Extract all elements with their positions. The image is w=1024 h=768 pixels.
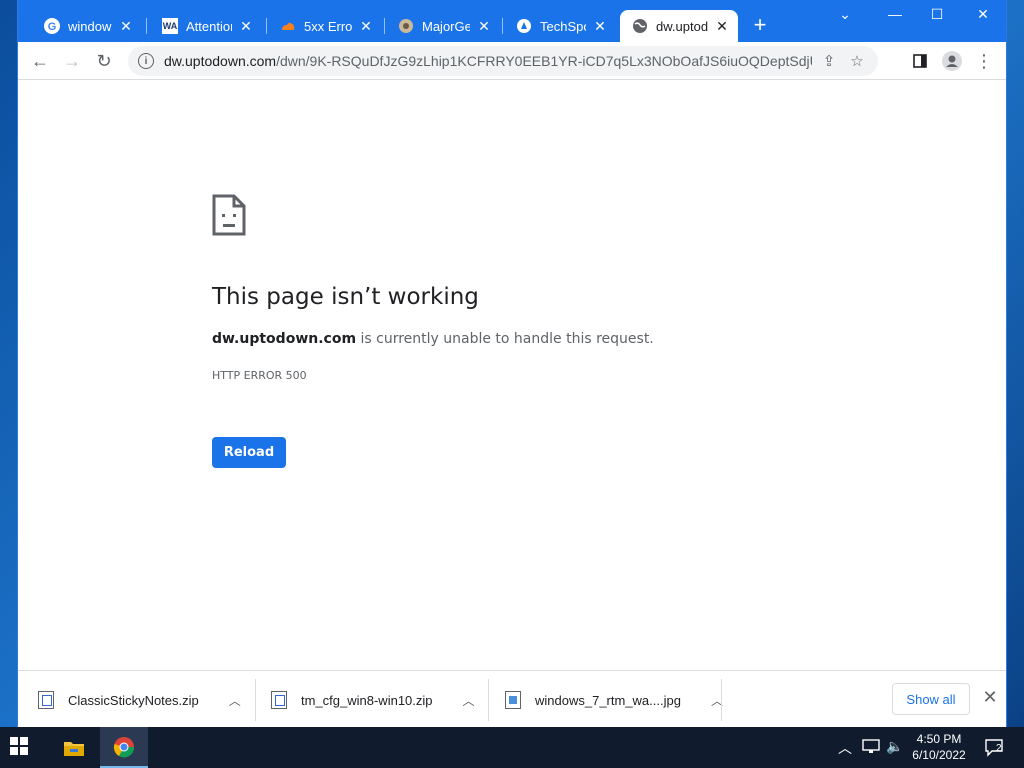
close-icon[interactable]: ✕ bbox=[358, 18, 374, 35]
tab-title: dw.uptod bbox=[656, 18, 708, 34]
error-host: dw.uptodown.com bbox=[212, 331, 357, 347]
address-bar[interactable]: i dw.uptodown.com/dwn/9K-RSQuDfJzG9zLhip… bbox=[128, 46, 878, 76]
menu-kebab-icon[interactable]: ⋮ bbox=[972, 49, 996, 73]
file-explorer-icon[interactable] bbox=[50, 727, 98, 768]
back-button[interactable]: ← bbox=[28, 49, 52, 73]
url-text: dw.uptodown.com/dwn/9K-RSQuDfJzG9zLhip1K… bbox=[164, 53, 812, 69]
tab-separator bbox=[502, 18, 503, 34]
download-item[interactable]: tm_cfg_win8-win10.zip ︿ bbox=[271, 680, 475, 720]
error-message: is currently unable to handle this reque… bbox=[356, 331, 654, 347]
close-icon[interactable]: ✕ bbox=[118, 18, 134, 35]
chrome-icon[interactable] bbox=[100, 727, 148, 768]
browser-window: G windows 7 ✕ WA Attention ✕ 5xx Error ✕… bbox=[17, 0, 1007, 727]
download-filename: windows_7_rtm_wa....jpg bbox=[535, 692, 681, 708]
tab-title: windows 7 bbox=[68, 18, 112, 34]
svg-text:G: G bbox=[48, 21, 57, 33]
chevron-up-icon[interactable]: ︿ bbox=[229, 692, 241, 709]
chevron-down-icon[interactable]: ⌄ bbox=[830, 6, 860, 23]
chevron-up-icon[interactable]: ︿ bbox=[838, 738, 852, 758]
zip-file-icon bbox=[271, 691, 287, 709]
clock-date: 6/10/2022 bbox=[912, 748, 966, 762]
tab-attention[interactable]: WA Attention ✕ bbox=[150, 10, 262, 42]
close-icon[interactable]: ✕ bbox=[238, 18, 254, 35]
forward-button[interactable]: → bbox=[60, 49, 84, 73]
network-icon[interactable] bbox=[862, 738, 880, 757]
notification-center-icon[interactable]: 2 bbox=[984, 737, 1006, 757]
tab-5xx-error[interactable]: 5xx Error ✕ bbox=[268, 10, 382, 42]
profile-avatar-icon[interactable] bbox=[940, 49, 964, 73]
tab-separator bbox=[266, 18, 267, 34]
globe-icon bbox=[632, 18, 648, 34]
maximize-button[interactable]: ☐ bbox=[922, 6, 952, 23]
volume-icon[interactable]: 🔈 bbox=[886, 738, 903, 755]
tab-majorgeeks[interactable]: MajorGee ✕ bbox=[386, 10, 500, 42]
clock-time: 4:50 PM bbox=[916, 732, 962, 746]
image-file-icon bbox=[505, 691, 521, 709]
tab-title: TechSpot bbox=[540, 18, 586, 34]
tab-title: 5xx Error bbox=[304, 18, 352, 34]
sad-page-icon bbox=[212, 194, 246, 241]
tab-windows7[interactable]: G windows 7 ✕ bbox=[32, 10, 142, 42]
url-path: /dwn/9K-RSQuDfJzG9zLhip1KCFRRY0EEB1YR-iC… bbox=[276, 53, 812, 69]
windows-start-icon[interactable] bbox=[10, 737, 28, 760]
error-code: HTTP ERROR 500 bbox=[212, 369, 307, 382]
shelf-separator bbox=[255, 679, 256, 721]
chevron-up-icon[interactable]: ︿ bbox=[463, 692, 475, 709]
new-tab-button[interactable]: + bbox=[748, 13, 772, 37]
shelf-separator bbox=[721, 679, 722, 721]
google-icon: G bbox=[44, 18, 60, 34]
url-host: dw.uptodown.com bbox=[164, 53, 277, 69]
page-content: This page isn’t working dw.uptodown.com … bbox=[18, 80, 1006, 670]
browser-toolbar: ← → ↻ i dw.uptodown.com/dwn/9K-RSQuDfJzG… bbox=[18, 42, 1006, 80]
shelf-separator bbox=[488, 679, 489, 721]
close-icon[interactable]: ✕ bbox=[714, 18, 730, 35]
error-description: dw.uptodown.com is currently unable to h… bbox=[212, 331, 654, 347]
minimize-button[interactable]: — bbox=[880, 6, 910, 22]
download-item[interactable]: windows_7_rtm_wa....jpg ︿ bbox=[505, 680, 723, 720]
reload-button[interactable]: Reload bbox=[212, 437, 286, 468]
majorgeeks-icon bbox=[398, 18, 414, 34]
taskbar: ︿ 🔈 4:50 PM 6/10/2022 2 bbox=[0, 727, 1024, 768]
download-item[interactable]: ClassicStickyNotes.zip ︿ bbox=[38, 680, 241, 720]
download-shelf: ClassicStickyNotes.zip ︿ tm_cfg_win8-win… bbox=[18, 670, 1006, 727]
window-close-button[interactable]: ✕ bbox=[968, 6, 998, 23]
download-filename: tm_cfg_win8-win10.zip bbox=[301, 692, 433, 708]
close-icon[interactable]: ✕ bbox=[592, 18, 608, 35]
info-icon[interactable]: i bbox=[138, 53, 154, 69]
show-all-button[interactable]: Show all bbox=[892, 683, 970, 715]
close-icon[interactable]: ✕ bbox=[476, 18, 492, 35]
side-panel-icon[interactable] bbox=[908, 49, 932, 73]
techspot-icon bbox=[516, 18, 532, 34]
star-icon[interactable]: ☆ bbox=[846, 52, 868, 70]
error-title: This page isn’t working bbox=[212, 284, 479, 310]
close-icon[interactable]: ✕ bbox=[978, 687, 1002, 708]
tab-separator bbox=[146, 18, 147, 34]
notification-count: 2 bbox=[996, 743, 1002, 754]
reload-icon[interactable]: ↻ bbox=[92, 49, 116, 73]
tab-techspot[interactable]: TechSpot ✕ bbox=[504, 10, 616, 42]
tab-title: MajorGee bbox=[422, 18, 470, 34]
system-clock[interactable]: 4:50 PM 6/10/2022 bbox=[906, 731, 972, 763]
tab-separator bbox=[384, 18, 385, 34]
tab-uptodown-active[interactable]: dw.uptod ✕ bbox=[620, 10, 738, 42]
tab-title: Attention bbox=[186, 18, 232, 34]
wa-icon: WA bbox=[162, 18, 178, 34]
cloudflare-icon bbox=[280, 18, 296, 34]
share-icon[interactable]: ⇪ bbox=[818, 52, 840, 70]
zip-file-icon bbox=[38, 691, 54, 709]
tab-strip: G windows 7 ✕ WA Attention ✕ 5xx Error ✕… bbox=[18, 0, 1006, 42]
download-filename: ClassicStickyNotes.zip bbox=[68, 692, 199, 708]
